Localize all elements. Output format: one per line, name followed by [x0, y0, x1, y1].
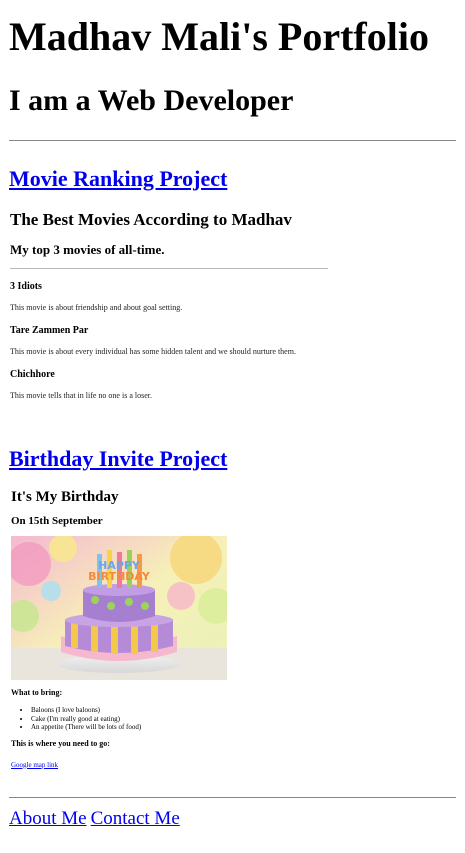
movie-project-frame: The Best Movies According to Madhav My t… — [10, 198, 330, 443]
movie-divider — [10, 268, 328, 269]
birthday-cake-image: HAPPY BIRTHDAY — [11, 536, 227, 680]
contact-me-link[interactable]: Contact Me — [91, 808, 180, 829]
movie-project-link[interactable]: Movie Ranking Project — [9, 166, 227, 192]
movie-description: This movie is about friendship and about… — [10, 303, 183, 312]
movie-heading: The Best Movies According to Madhav — [10, 210, 292, 229]
movie-item: Tare Zammen Par This movie is about ever… — [10, 325, 330, 357]
movie-description: This movie is about every individual has… — [10, 347, 296, 356]
bring-heading: What to bring: — [11, 688, 63, 697]
movie-title: Tare Zammen Par — [10, 325, 89, 336]
movie-description: This movie tells that in life no one is … — [10, 391, 152, 400]
movie-item: 3 Idiots This movie is about friendship … — [10, 281, 330, 313]
bottom-divider — [9, 797, 456, 798]
movie-subheading: My top 3 movies of all-time. — [10, 242, 165, 257]
birthday-project-link[interactable]: Birthday Invite Project — [9, 446, 227, 472]
page-subtitle: I am a Web Developer — [9, 84, 294, 117]
movie-title: 3 Idiots — [10, 281, 42, 292]
page-title: Madhav Mali's Portfolio — [9, 14, 429, 59]
list-item: An appetite (There will be lots of food) — [31, 723, 311, 732]
list-item: Cake (I'm really good at eating) — [31, 715, 311, 724]
birthday-date: On 15th September — [11, 515, 103, 527]
top-divider — [9, 140, 456, 141]
movie-title: Chichhore — [10, 369, 55, 380]
list-item: Baloons (I love baloons) — [31, 706, 311, 715]
birthday-project-frame: It's My Birthday On 15th September HAPPY… — [11, 484, 311, 769]
where-heading: This is where you need to go: — [11, 738, 110, 748]
svg-text:BIRTHDAY: BIRTHDAY — [88, 570, 151, 583]
google-map-link[interactable]: Google map link — [11, 761, 58, 769]
movie-item: Chichhore This movie tells that in life … — [10, 369, 330, 401]
footer-nav: About Me Contact Me — [9, 808, 456, 830]
bring-list: Baloons (I love baloons) Cake (I'm reall… — [11, 706, 311, 732]
about-me-link[interactable]: About Me — [9, 808, 87, 829]
birthday-heading: It's My Birthday — [11, 489, 119, 505]
